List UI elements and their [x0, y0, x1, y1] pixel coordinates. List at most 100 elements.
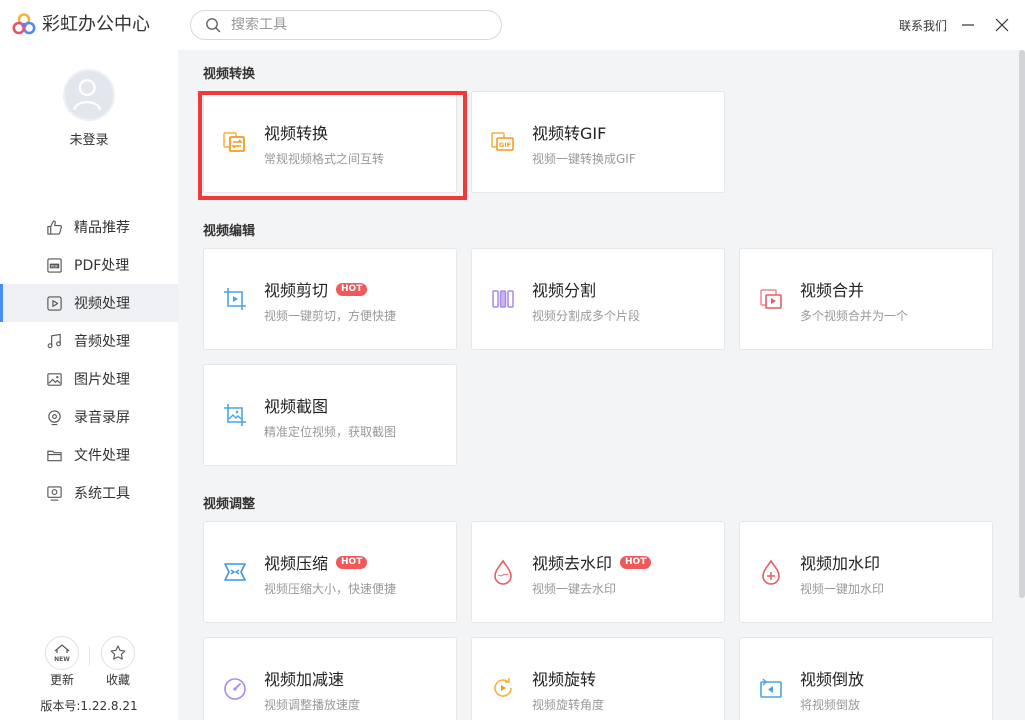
svg-text:PDF: PDF	[51, 264, 58, 268]
split-icon	[492, 290, 514, 308]
contact-us-link[interactable]: 联系我们	[899, 17, 947, 34]
main-content: 视频转换 视频转换 常规视频格式之间互转 GIF 视频转GIF 视频一键转换成G…	[178, 50, 1025, 720]
avatar[interactable]	[63, 69, 115, 121]
sidebar-item-label: 音频处理	[74, 334, 130, 350]
card-desc: 视频调整播放速度	[264, 698, 361, 712]
pdf-icon: PDF	[47, 257, 62, 273]
section-title-adjust: 视频调整	[203, 497, 256, 512]
card-video-convert[interactable]: 视频转换 常规视频格式之间互转	[203, 91, 457, 193]
card-video-screenshot[interactable]: 视频截图 精准定位视频，获取截图	[203, 364, 457, 466]
system-tool-icon	[47, 485, 62, 501]
thumbs-up-icon	[47, 219, 63, 235]
rotate-icon	[494, 678, 512, 697]
compress-icon	[224, 563, 246, 581]
sidebar: 未登录 精品推荐 PDF PDF处理 视频处理 音频处理 图片处理 录音录屏 文…	[0, 50, 178, 720]
add-watermark-icon	[762, 559, 780, 585]
section-title-convert: 视频转换	[203, 67, 256, 82]
sidebar-item-label: 文件处理	[74, 448, 130, 464]
card-video-reverse[interactable]: 视频倒放 将视频倒放	[739, 637, 993, 720]
card-add-watermark[interactable]: 视频加水印 视频一键加水印	[739, 521, 993, 623]
star-icon	[110, 645, 126, 660]
card-desc: 视频一键加水印	[800, 582, 885, 596]
section-title-edit: 视频编辑	[203, 224, 256, 239]
minimize-icon	[962, 24, 974, 26]
speed-icon	[224, 678, 246, 700]
new-badge: NEW	[54, 656, 70, 663]
card-desc: 视频旋转角度	[532, 698, 605, 712]
card-title: 视频剪切 HOT	[264, 277, 368, 301]
update-button[interactable]: NEW	[45, 636, 79, 670]
app-title: 彩虹办公中心	[42, 14, 150, 35]
sidebar-item-label: 录音录屏	[74, 410, 130, 426]
card-desc: 多个视频合并为一个	[800, 309, 909, 323]
hot-badge: HOT	[620, 555, 652, 569]
merge-icon	[760, 289, 782, 309]
card-desc: 精准定位视频，获取截图	[264, 425, 397, 439]
card-desc: 视频分割成多个片段	[532, 309, 641, 323]
card-desc: 视频一键转换成GIF	[532, 152, 636, 166]
card-title: 视频合并	[800, 281, 865, 300]
screenshot-icon	[224, 404, 246, 426]
app-logo-icon	[12, 13, 36, 35]
card-video-cut[interactable]: 视频剪切 HOT 视频一键剪切，方便快捷	[203, 248, 457, 350]
card-title: 视频倒放	[800, 670, 865, 689]
card-video-compress[interactable]: 视频压缩 HOT 视频压缩大小，快速便捷	[203, 521, 457, 623]
sidebar-item-system[interactable]: 系统工具	[0, 474, 178, 512]
scrollbar[interactable]	[1019, 50, 1025, 598]
card-desc: 视频一键去水印	[532, 582, 617, 596]
crop-icon	[224, 288, 246, 310]
card-title: 视频截图	[264, 397, 329, 416]
update-label[interactable]: 更新	[37, 671, 87, 688]
hot-badge: HOT	[336, 282, 368, 296]
sidebar-item-record[interactable]: 录音录屏	[0, 398, 178, 436]
search-box[interactable]	[190, 10, 502, 40]
sidebar-item-label: PDF处理	[74, 258, 130, 274]
video-convert-icon	[223, 132, 245, 152]
card-title: 视频去水印 HOT	[532, 550, 652, 574]
card-title: 视频转GIF	[532, 124, 607, 143]
music-note-icon	[47, 333, 62, 348]
title-bar: 彩虹办公中心 联系我们	[0, 0, 1025, 50]
divider	[89, 646, 90, 666]
search-icon	[206, 18, 221, 33]
card-title: 视频分割	[532, 281, 597, 300]
sidebar-item-label: 系统工具	[74, 486, 130, 502]
remove-watermark-icon	[494, 559, 512, 585]
home-new-icon: NEW	[54, 644, 70, 663]
version-text: 版本号:1.22.8.21	[40, 699, 138, 713]
sidebar-item-label: 视频处理	[74, 296, 130, 312]
sidebar-item-label: 图片处理	[74, 372, 130, 388]
close-button[interactable]	[992, 15, 1012, 35]
svg-text:GIF: GIF	[499, 141, 511, 149]
sidebar-item-image[interactable]: 图片处理	[0, 360, 178, 398]
gif-icon: GIF	[491, 132, 514, 151]
sidebar-item-audio[interactable]: 音频处理	[0, 322, 178, 360]
card-video-to-gif[interactable]: GIF 视频转GIF 视频一键转换成GIF	[471, 91, 725, 193]
favorite-button[interactable]	[101, 636, 135, 670]
close-icon	[995, 18, 1009, 32]
sidebar-item-pdf[interactable]: PDF PDF处理	[0, 246, 178, 284]
card-remove-watermark[interactable]: 视频去水印 HOT 视频一键去水印	[471, 521, 725, 623]
record-icon	[48, 409, 61, 425]
card-title: 视频旋转	[532, 670, 597, 689]
card-video-speed[interactable]: 视频加减速 视频调整播放速度	[203, 637, 457, 720]
video-icon	[47, 295, 62, 311]
hot-badge: HOT	[336, 555, 368, 569]
card-title: 视频加水印	[800, 554, 881, 573]
sidebar-item-recommend[interactable]: 精品推荐	[0, 208, 178, 246]
search-input[interactable]	[231, 17, 491, 33]
card-video-merge[interactable]: 视频合并 多个视频合并为一个	[739, 248, 993, 350]
sidebar-item-file[interactable]: 文件处理	[0, 436, 178, 474]
minimize-button[interactable]	[958, 15, 978, 35]
favorite-label[interactable]: 收藏	[93, 671, 143, 688]
reverse-icon	[760, 678, 782, 698]
card-video-split[interactable]: 视频分割 视频分割成多个片段	[471, 248, 725, 350]
sidebar-item-video[interactable]: 视频处理	[0, 284, 178, 322]
card-title: 视频加减速	[264, 670, 345, 689]
sidebar-item-label: 精品推荐	[74, 220, 130, 236]
user-icon	[73, 79, 102, 111]
card-title: 视频压缩 HOT	[264, 550, 368, 574]
card-video-rotate[interactable]: 视频旋转 视频旋转角度	[471, 637, 725, 720]
login-status[interactable]: 未登录	[0, 129, 178, 148]
card-desc: 视频一键剪切，方便快捷	[264, 309, 397, 323]
